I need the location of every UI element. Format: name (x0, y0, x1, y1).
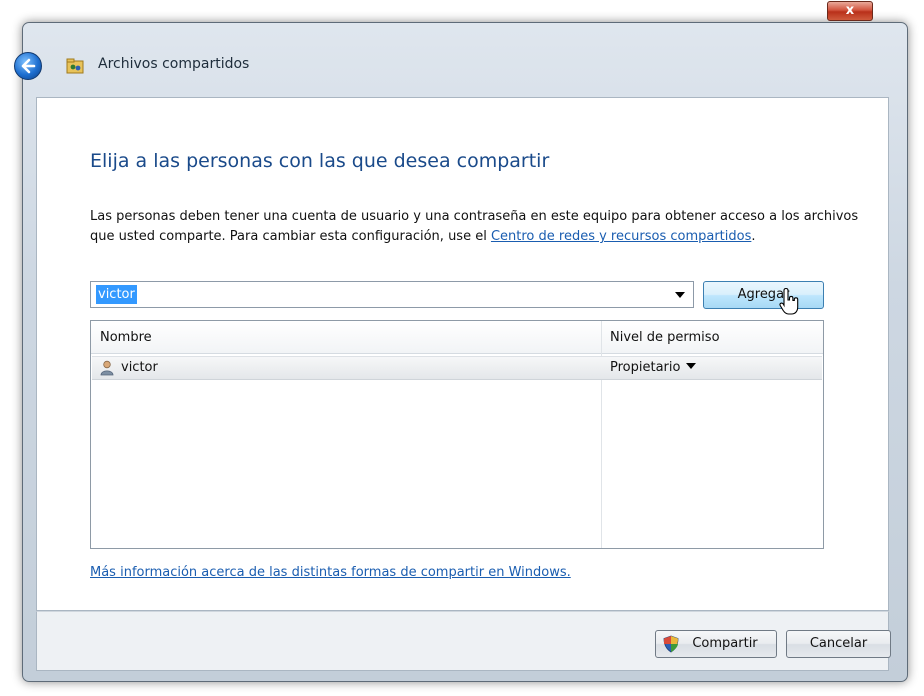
page-heading: Elija a las personas con las que desea c… (90, 150, 550, 172)
share-button[interactable]: Compartir (655, 630, 777, 658)
more-info-link[interactable]: Más información acerca de las distintas … (90, 565, 571, 580)
chevron-down-icon[interactable] (686, 363, 697, 369)
user-combobox[interactable]: victor (90, 281, 694, 308)
network-center-link[interactable]: Centro de redes y recursos compartidos (491, 229, 751, 244)
permission-dropdown[interactable]: Propietario (610, 360, 697, 375)
permission-value[interactable]: Propietario (610, 360, 680, 375)
back-button[interactable] (14, 52, 42, 80)
description-end: . (751, 229, 756, 244)
chevron-down-icon[interactable] (675, 292, 685, 298)
table-row[interactable]: victor Propietario (92, 356, 822, 380)
add-button[interactable]: Agregar (703, 281, 824, 309)
description-text: Las personas deben tener una cuenta de u… (90, 207, 875, 247)
cancel-button[interactable]: Cancelar (786, 630, 891, 658)
share-button-label: Compartir (692, 636, 758, 651)
back-arrow-icon (21, 58, 36, 74)
user-icon (100, 360, 114, 376)
column-header-name[interactable]: Nombre (100, 330, 152, 345)
share-folder-icon (66, 58, 84, 74)
uac-shield-icon (663, 635, 679, 653)
table-header: Nombre Nivel de permiso (91, 321, 823, 354)
permissions-table: Nombre Nivel de permiso victor Propietar… (90, 320, 824, 549)
mouse-cursor-icon (779, 287, 799, 315)
close-icon: x (845, 3, 855, 18)
close-button[interactable]: x (827, 1, 873, 21)
row-user-name: victor (121, 360, 158, 375)
window-title: Archivos compartidos (98, 56, 250, 72)
column-header-permission[interactable]: Nivel de permiso (610, 330, 720, 345)
user-combobox-value[interactable]: victor (96, 285, 137, 304)
